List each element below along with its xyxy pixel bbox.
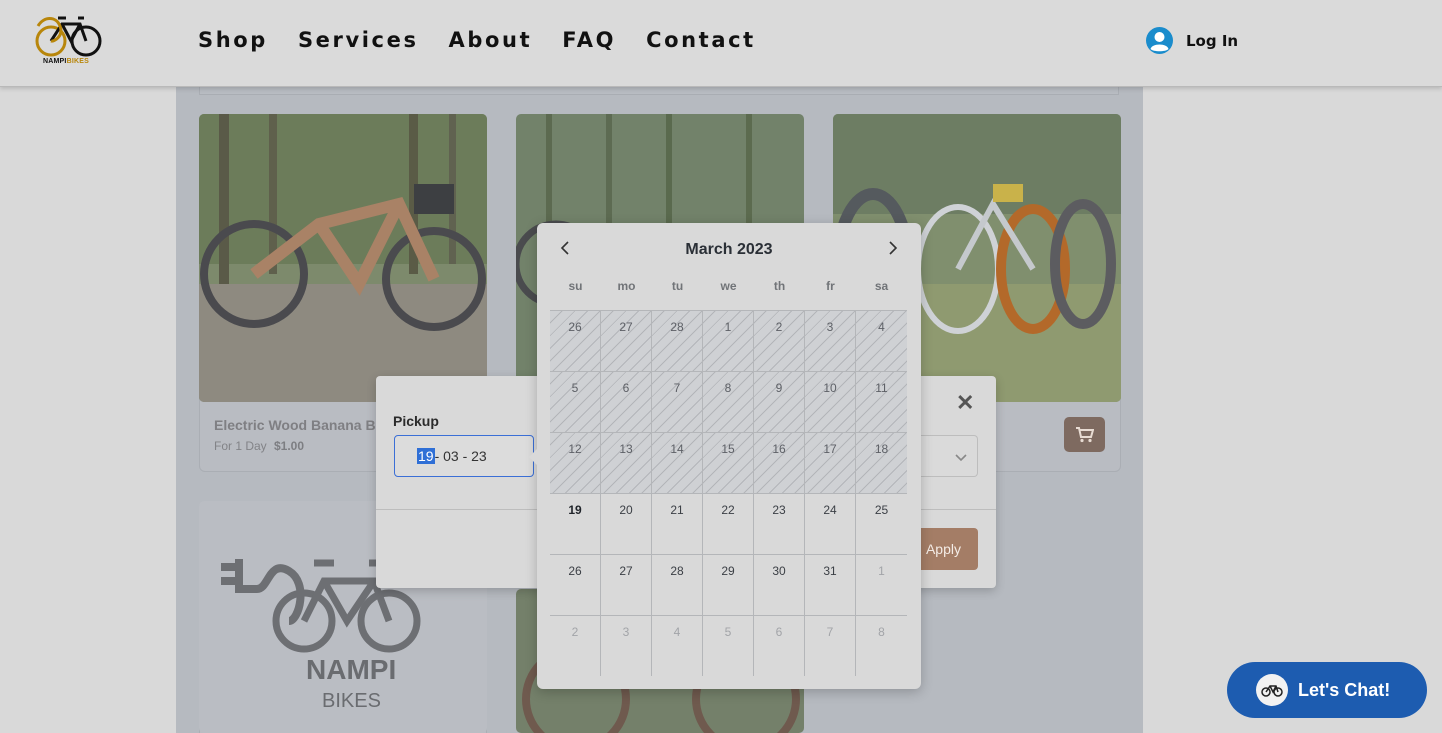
calendar-day-disabled: 28 (652, 310, 703, 371)
calendar-day-disabled: 16 (754, 432, 805, 493)
pickup-date-input[interactable]: 19 - 03 - 23 (394, 435, 534, 477)
weekday-label: tu (671, 279, 684, 293)
product-price-label: For 1 Day (214, 439, 267, 453)
calendar-day[interactable]: 25 (856, 493, 907, 554)
return-select[interactable] (921, 435, 978, 477)
calendar-day-disabled: 18 (856, 432, 907, 493)
calendar-day[interactable]: 30 (754, 554, 805, 615)
calendar-day-next-month[interactable]: 1 (856, 554, 907, 615)
chat-label: Let's Chat! (1298, 679, 1391, 700)
weekday-label: mo (617, 279, 636, 293)
add-to-cart-button[interactable] (1064, 417, 1105, 452)
user-circle-icon (1146, 27, 1173, 54)
calendar-day[interactable]: 28 (652, 554, 703, 615)
calendar-day-disabled: 8 (703, 371, 754, 432)
product-photo-wood-ebike[interactable] (199, 114, 487, 402)
calendar-day-disabled: 10 (805, 371, 856, 432)
calendar-day-disabled: 15 (703, 432, 754, 493)
weekday-label: fr (826, 279, 835, 293)
calendar-day-next-month[interactable]: 8 (856, 615, 907, 676)
cart-icon (1075, 426, 1094, 442)
calendar-day-disabled: 11 (856, 371, 907, 432)
pickup-label: Pickup (393, 413, 439, 429)
calendar-day-disabled: 6 (601, 371, 652, 432)
chevron-down-icon (955, 454, 967, 462)
login-label: Log In (1186, 31, 1239, 50)
calendar-month-title: March 2023 (685, 241, 773, 258)
nav-about[interactable]: About (449, 28, 533, 52)
calendar-day-disabled: 4 (856, 310, 907, 371)
pickup-day-segment[interactable]: 19 (417, 448, 435, 464)
calendar-day[interactable]: 24 (805, 493, 856, 554)
calendar-day-disabled: 9 (754, 371, 805, 432)
calendar-day-today[interactable]: 19 (550, 493, 601, 554)
calendar-day-grid: 26 27 28 1 2 3 4 5 6 7 8 9 10 11 12 13 1… (550, 310, 907, 676)
weekday-label: th (773, 279, 786, 293)
main-nav: Shop Services About FAQ Contact (198, 28, 786, 52)
chevron-right-icon (889, 241, 898, 255)
nav-shop[interactable]: Shop (198, 28, 268, 52)
calendar-day-disabled: 5 (550, 371, 601, 432)
weekday-label: su (568, 279, 583, 293)
previous-card-edge (199, 87, 1119, 95)
lets-chat-button[interactable]: Let's Chat! (1227, 662, 1427, 718)
calendar-day-disabled: 17 (805, 432, 856, 493)
calendar-day-disabled: 2 (754, 310, 805, 371)
date-picker-calendar: March 2023 su mo tu we th fr sa 26 27 28… (529, 223, 921, 689)
nav-faq[interactable]: FAQ (562, 28, 616, 52)
promo-logo-line1: NAMPI (306, 654, 396, 685)
close-button[interactable]: ✕ (956, 392, 974, 414)
calendar-day-disabled: 7 (652, 371, 703, 432)
site-header: NAMPIBIKES Shop Services About FAQ Conta… (0, 0, 1442, 87)
nav-contact[interactable]: Contact (646, 28, 756, 52)
bike-logo-icon (1261, 685, 1283, 697)
calendar-day-disabled: 14 (652, 432, 703, 493)
calendar-day-next-month[interactable]: 7 (805, 615, 856, 676)
calendar-day[interactable]: 20 (601, 493, 652, 554)
calendar-day-disabled: 13 (601, 432, 652, 493)
calendar-pointer (529, 449, 537, 465)
calendar-day[interactable]: 31 (805, 554, 856, 615)
calendar-day-next-month[interactable]: 3 (601, 615, 652, 676)
product-title[interactable]: Electric Wood Banana Bi (214, 417, 379, 433)
calendar-day-disabled: 3 (805, 310, 856, 371)
promo-logo-line2: BIKES (322, 690, 381, 712)
calendar-day-next-month[interactable]: 6 (754, 615, 805, 676)
calendar-day-next-month[interactable]: 4 (652, 615, 703, 676)
calendar-day[interactable]: 29 (703, 554, 754, 615)
calendar-day[interactable]: 27 (601, 554, 652, 615)
weekday-header: su mo tu we th fr sa (550, 279, 907, 293)
calendar-day-disabled: 12 (550, 432, 601, 493)
calendar-day[interactable]: 22 (703, 493, 754, 554)
login-button[interactable]: Log In (1146, 27, 1238, 54)
calendar-day-disabled: 26 (550, 310, 601, 371)
pickup-month-year-segment[interactable]: - 03 - 23 (435, 448, 487, 464)
product-price: $1.00 (274, 439, 305, 453)
calendar-day[interactable]: 21 (652, 493, 703, 554)
next-month-button[interactable] (883, 238, 903, 258)
nav-services[interactable]: Services (298, 28, 419, 52)
calendar-day-disabled: 27 (601, 310, 652, 371)
calendar-day[interactable]: 23 (754, 493, 805, 554)
weekday-label: sa (874, 279, 889, 293)
chat-avatar (1256, 674, 1288, 706)
calendar-day-next-month[interactable]: 2 (550, 615, 601, 676)
calendar-day-disabled: 1 (703, 310, 754, 371)
calendar-day-next-month[interactable]: 5 (703, 615, 754, 676)
apply-button[interactable]: Apply (914, 528, 978, 570)
logo-wordmark: NAMPIBIKES (43, 58, 89, 65)
weekday-label: we (720, 279, 737, 293)
calendar-day[interactable]: 26 (550, 554, 601, 615)
